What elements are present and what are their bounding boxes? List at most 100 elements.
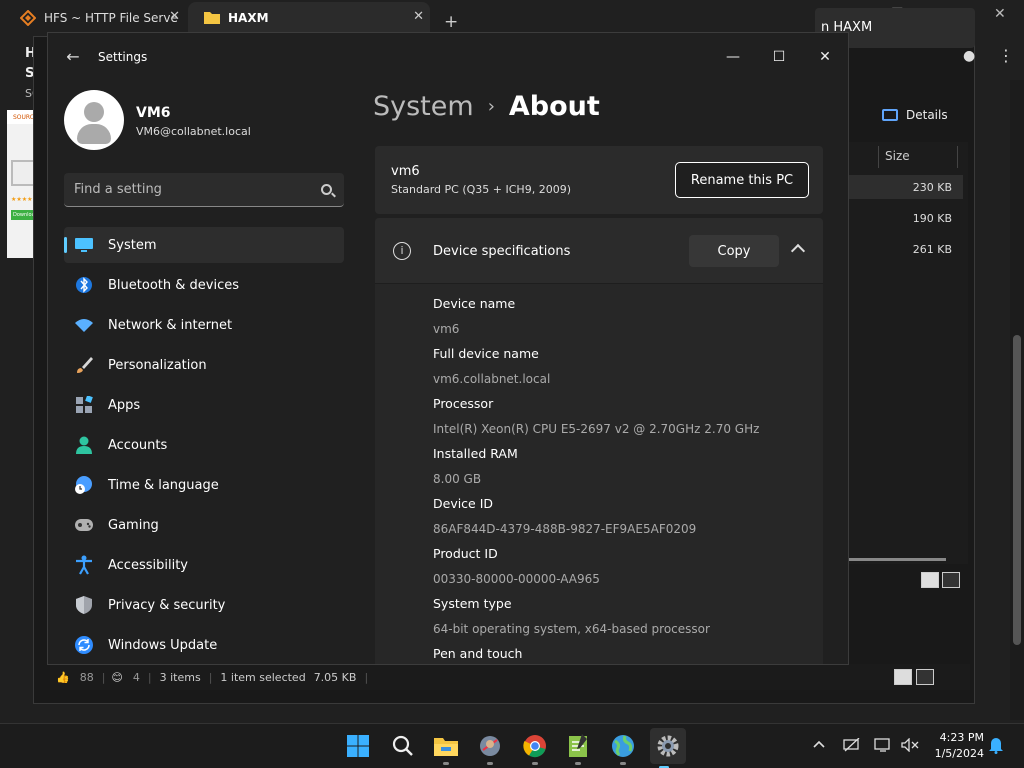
search-icon[interactable] xyxy=(321,184,332,195)
spec-value: 8.00 GB xyxy=(433,472,482,486)
search-icon[interactable] xyxy=(389,732,417,760)
status-details-view-icon[interactable] xyxy=(894,669,912,685)
pc-name: vm6 xyxy=(391,164,420,179)
nav-item-system[interactable]: System xyxy=(64,227,344,263)
running-indicator xyxy=(487,762,493,765)
size-column-header[interactable]: Size xyxy=(878,146,958,168)
copy-button[interactable]: Copy xyxy=(689,235,779,267)
spec-value: Intel(R) Xeon(R) CPU E5-2697 v2 @ 2.70GH… xyxy=(433,422,760,436)
settings-gear-icon[interactable] xyxy=(650,728,686,768)
file-explorer-icon[interactable] xyxy=(432,732,460,765)
globe-clock-icon xyxy=(74,475,94,495)
spec-label: Product ID xyxy=(433,546,498,561)
nav-item-personalization[interactable]: Personalization xyxy=(64,347,344,383)
nav-item-time-language[interactable]: Time & language xyxy=(64,467,344,503)
nav-item-apps[interactable]: Apps xyxy=(64,387,344,423)
network-disconnected-icon[interactable] xyxy=(843,737,861,756)
large-icons-view-icon[interactable] xyxy=(942,572,960,588)
details-pane-icon xyxy=(882,109,898,121)
status-tiles-view-icon[interactable] xyxy=(916,669,934,685)
display-icon[interactable] xyxy=(874,738,892,756)
nav-item-accessibility[interactable]: Accessibility xyxy=(64,547,344,583)
more-options-icon[interactable]: ⋮ xyxy=(998,46,1014,65)
volume-muted-icon[interactable] xyxy=(901,737,919,756)
breadcrumb-parent[interactable]: System xyxy=(373,91,474,122)
running-indicator xyxy=(620,762,626,765)
spec-value: 86AF844D-4379-488B-9827-EF9AE5AF0209 xyxy=(433,522,697,536)
nav-label: Personalization xyxy=(108,357,207,373)
back-arrow-icon[interactable]: ← xyxy=(63,47,83,67)
spec-value: 00330-80000-00000-AA965 xyxy=(433,572,600,586)
device-specifications-header[interactable]: i Device specifications Copy xyxy=(375,218,823,284)
nav-label: System xyxy=(108,237,157,253)
chevron-up-icon[interactable] xyxy=(790,243,806,259)
settings-window: ← Settings — ☐ ✕ VM6 VM6@collabnet.local… xyxy=(47,32,849,665)
search-input[interactable] xyxy=(74,179,304,199)
taskbar-clock[interactable]: 4:23 PM 1/5/2024 xyxy=(928,730,984,762)
app-icon[interactable] xyxy=(476,732,504,765)
file-size-cell: 190 KB xyxy=(912,212,952,225)
running-indicator xyxy=(443,762,449,765)
nav-label: Privacy & security xyxy=(108,597,226,613)
details-view-icon[interactable] xyxy=(921,572,939,588)
clock-time: 4:23 PM xyxy=(939,731,984,744)
outer-close-icon[interactable]: ✕ xyxy=(994,6,1006,22)
monitor-icon xyxy=(74,235,94,255)
tab-close-icon[interactable]: ✕ xyxy=(169,9,180,24)
running-indicator xyxy=(575,762,581,765)
taskbar: 4:23 PM 1/5/2024 xyxy=(0,723,1024,768)
avatar[interactable] xyxy=(64,90,124,150)
spec-value: 64-bit operating system, x64-based proce… xyxy=(433,622,710,636)
person-icon xyxy=(74,435,94,455)
nav-label: Gaming xyxy=(108,517,159,533)
details-pane-button[interactable]: Details xyxy=(848,100,965,130)
item-count: 3 items xyxy=(159,670,201,684)
browser-tab-hfs[interactable]: HFS ~ HTTP File Serve ✕ xyxy=(4,2,186,34)
show-hidden-icons-icon[interactable] xyxy=(812,738,826,753)
settings-search-box[interactable] xyxy=(64,173,344,207)
globe-icon[interactable] xyxy=(609,732,637,765)
notification-bell-icon[interactable] xyxy=(988,736,1004,758)
nav-item-accounts[interactable]: Accounts xyxy=(64,427,344,463)
gamepad-icon xyxy=(74,515,94,535)
breadcrumb-chevron-icon: › xyxy=(487,96,495,117)
accessibility-icon xyxy=(74,555,94,575)
new-tab-button[interactable]: + xyxy=(444,12,458,32)
apps-icon xyxy=(74,395,94,415)
bluetooth-icon xyxy=(74,275,94,295)
chrome-icon[interactable] xyxy=(521,732,549,765)
spec-label: Full device name xyxy=(433,346,539,361)
nav-item-windows-update[interactable]: Windows Update xyxy=(64,627,344,663)
start-icon[interactable] xyxy=(344,732,372,760)
nav-item-bluetooth[interactable]: Bluetooth & devices xyxy=(64,267,344,303)
maximize-icon[interactable]: ☐ xyxy=(756,41,802,73)
device-specifications-card: i Device specifications Copy Device name… xyxy=(375,218,823,664)
rename-pc-button[interactable]: Rename this PC xyxy=(675,162,809,198)
browser-tab-haxm[interactable]: HAXM ✕ xyxy=(188,2,430,34)
running-indicator xyxy=(532,762,538,765)
close-icon[interactable]: ✕ xyxy=(802,41,848,73)
selection-info: 1 item selected xyxy=(220,670,306,684)
device-specifications-title: Device specifications xyxy=(433,244,571,259)
explorer-horizontal-scrollbar[interactable] xyxy=(848,558,946,561)
update-icon xyxy=(74,635,94,655)
page-vertical-scrollbar[interactable] xyxy=(1010,80,1024,720)
nav-item-gaming[interactable]: Gaming xyxy=(64,507,344,543)
user-email: VM6@collabnet.local xyxy=(136,125,251,138)
settings-titlebar[interactable]: ← Settings — ☐ ✕ xyxy=(48,33,848,81)
user-name: VM6 xyxy=(136,105,171,121)
spec-label: Device name xyxy=(433,296,516,311)
notepad-icon[interactable] xyxy=(564,732,592,765)
spec-label: Pen and touch xyxy=(433,646,523,661)
browser-tab-title: HAXM xyxy=(228,11,269,25)
account-icon[interactable]: ● xyxy=(963,48,975,64)
tab-close-icon[interactable]: ✕ xyxy=(413,9,424,24)
scrollbar-thumb[interactable] xyxy=(1013,335,1021,645)
pc-name-card: vm6 Standard PC (Q35 + ICH9, 2009) Renam… xyxy=(375,146,823,214)
nav-item-privacy-security[interactable]: Privacy & security xyxy=(64,587,344,623)
brush-icon xyxy=(74,355,94,375)
nav-item-network[interactable]: Network & internet xyxy=(64,307,344,343)
minimize-icon[interactable]: — xyxy=(710,41,756,73)
file-size-cell: 261 KB xyxy=(912,243,952,256)
pc-model: Standard PC (Q35 + ICH9, 2009) xyxy=(391,183,571,196)
